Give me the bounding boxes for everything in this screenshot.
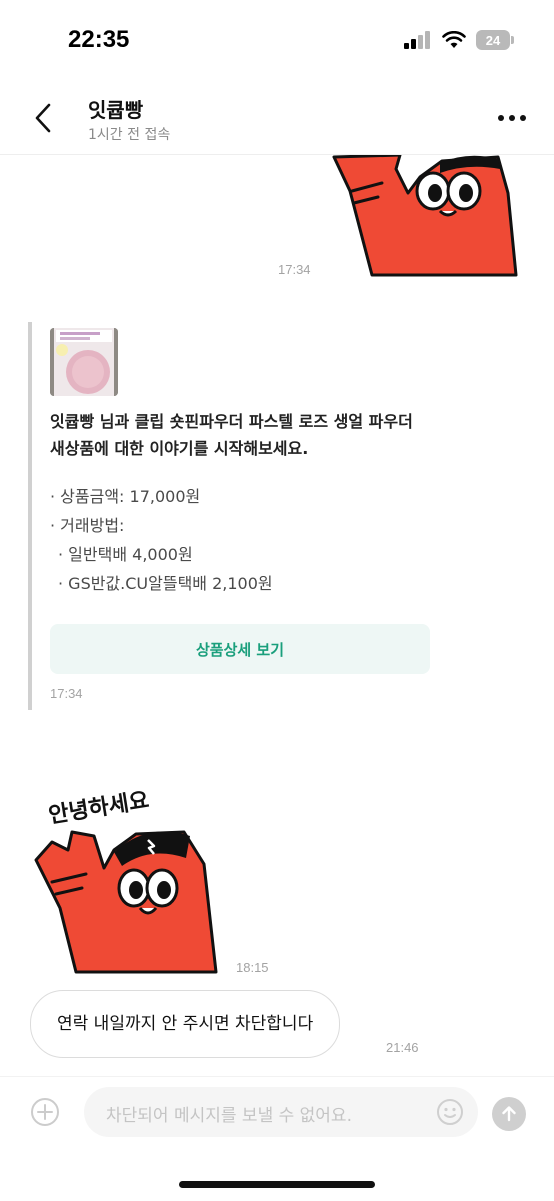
price-line: · 상품금액: 17,000원 (50, 487, 201, 506)
message-time: 17:34 (50, 686, 83, 701)
chat-header: 잇큡빵 1시간 전 접속 (0, 80, 554, 155)
status-icons: 24 (404, 30, 514, 50)
trade-method-line: · 거래방법: (50, 516, 125, 535)
more-dots-icon (498, 115, 526, 121)
more-options-button[interactable] (492, 100, 532, 136)
waving-character-sticker (332, 155, 518, 277)
add-attachment-button[interactable] (30, 1097, 60, 1127)
arrow-up-icon (502, 1106, 516, 1122)
hello-sticker: 안녕하세요 (30, 788, 230, 976)
product-card: 잇큡빵 님과 클립 숏핀파우더 파스텔 로즈 생얼 파우더 새상품에 대한 이야… (28, 322, 432, 710)
waving-character-sticker (34, 830, 218, 974)
received-message-bubble: 연락 내일까지 안 주시면 차단합니다 (30, 990, 341, 1058)
product-image-icon (50, 328, 118, 396)
chat-partner-name: 잇큡빵 (88, 98, 144, 122)
home-indicator (179, 1181, 375, 1188)
emoji-button[interactable] (436, 1098, 464, 1126)
message-input[interactable]: 차단되어 메시지를 보낼 수 없어요. (84, 1087, 478, 1137)
message-time: 18:15 (236, 960, 269, 975)
signal-icon (404, 31, 430, 49)
product-thumbnail[interactable] (50, 328, 118, 396)
chevron-left-icon (35, 103, 51, 133)
status-time: 22:35 (68, 26, 130, 53)
wifi-icon (442, 31, 466, 48)
message-time: 21:46 (386, 1040, 419, 1055)
send-button[interactable] (492, 1097, 526, 1131)
message-time: 17:34 (278, 262, 311, 277)
view-product-detail-button[interactable]: 상품상세 보기 (50, 624, 430, 674)
last-seen-status: 1시간 전 접속 (88, 127, 171, 143)
smiley-icon (437, 1099, 463, 1125)
battery-indicator: 24 (476, 30, 514, 50)
status-bar: 22:35 24 (0, 0, 554, 80)
input-placeholder: 차단되어 메시지를 보낼 수 없어요. (106, 1106, 352, 1126)
back-button[interactable] (24, 96, 64, 140)
card-title: 잇큡빵 님과 클립 숏핀파우더 파스텔 로즈 생얼 파우더 새상품에 대한 이야… (50, 412, 413, 458)
shipping-option-standard: · 일반택배 4,000원 (58, 545, 193, 564)
product-details: · 상품금액: 17,000원 · 거래방법: · 일반택배 4,000원 · … (50, 482, 273, 598)
shipping-option-convenience: · GS반값.CU알뜰택배 2,100원 (58, 574, 273, 593)
plus-circle-icon (31, 1098, 59, 1126)
